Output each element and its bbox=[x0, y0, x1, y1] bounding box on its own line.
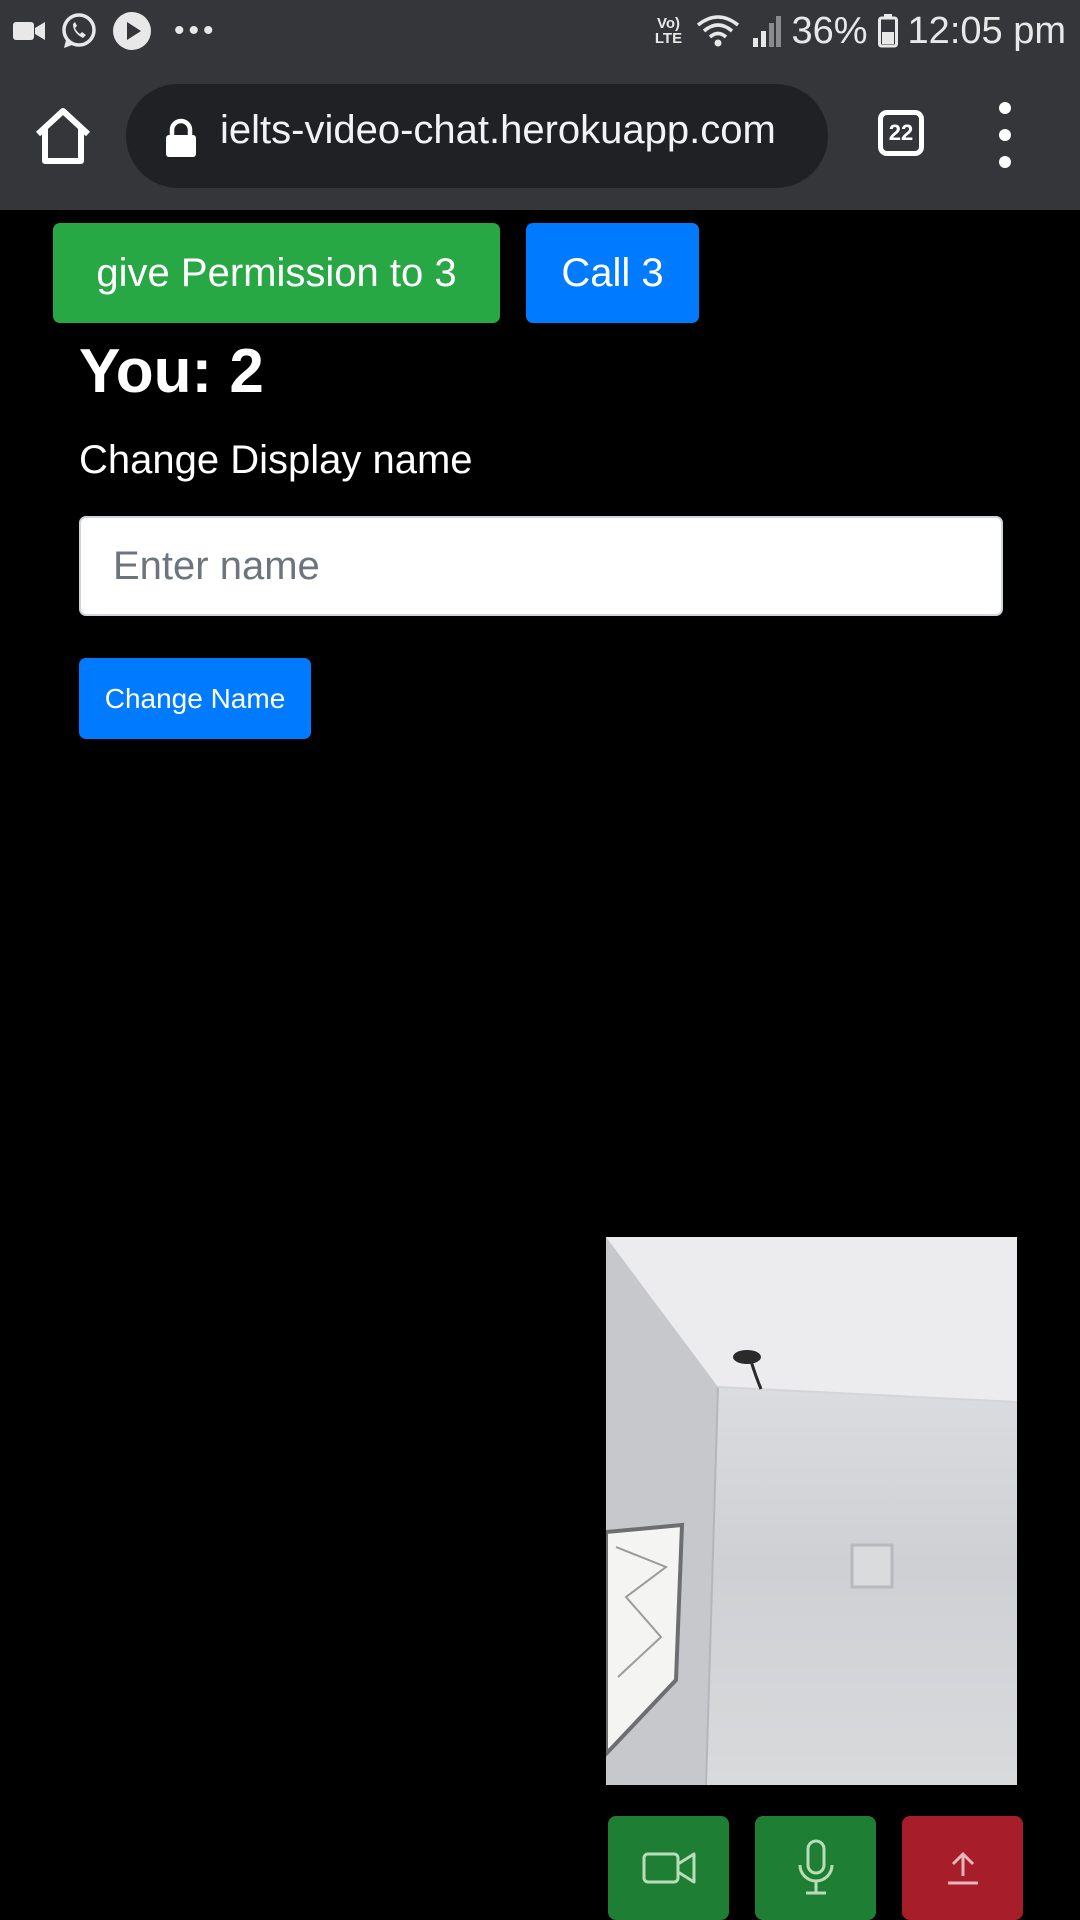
change-display-name-label: Change Display name bbox=[79, 438, 473, 482]
tab-switcher-button[interactable]: 22 bbox=[878, 110, 924, 156]
menu-dot bbox=[999, 102, 1011, 114]
notification-icons: ••• bbox=[12, 10, 218, 52]
name-input[interactable] bbox=[79, 516, 1003, 616]
battery-percent: 36% bbox=[791, 9, 868, 52]
toggle-mic-button[interactable] bbox=[755, 1816, 876, 1920]
browser-toolbar: ielts-video-chat.herokuapp.com 22 bbox=[0, 62, 1080, 210]
change-name-button[interactable]: Change Name bbox=[79, 658, 311, 739]
share-screen-button[interactable] bbox=[902, 1816, 1023, 1920]
status-bar: ••• Vo) LTE 36% 12:05 pm bbox=[0, 0, 1080, 62]
more-menu-button[interactable] bbox=[990, 102, 1020, 168]
volte-lte-icon: Vo) LTE bbox=[654, 15, 683, 47]
camera-feed-image bbox=[606, 1237, 1017, 1785]
more-notifications-icon: ••• bbox=[174, 14, 218, 47]
system-icons: Vo) LTE 36% 12:05 pm bbox=[651, 8, 1066, 54]
cell-signal-icon bbox=[753, 16, 782, 47]
home-icon bbox=[35, 108, 91, 164]
whatsapp-icon bbox=[62, 13, 96, 48]
url-text[interactable]: ielts-video-chat.herokuapp.com bbox=[220, 108, 776, 153]
call-button[interactable]: Call 3 bbox=[526, 223, 699, 323]
wifi-icon bbox=[697, 15, 740, 47]
menu-dot bbox=[999, 156, 1011, 168]
clock: 12:05 pm bbox=[907, 9, 1066, 52]
video-call-notification-icon bbox=[13, 22, 45, 40]
play-icon bbox=[113, 12, 151, 50]
local-video bbox=[606, 1237, 1017, 1785]
toggle-video-button[interactable] bbox=[608, 1816, 729, 1920]
user-id-heading: You: 2 bbox=[79, 337, 264, 406]
lock-icon bbox=[166, 118, 196, 157]
battery-icon bbox=[877, 14, 898, 48]
give-permission-button[interactable]: give Permission to 3 bbox=[53, 223, 500, 323]
address-bar[interactable]: ielts-video-chat.herokuapp.com bbox=[126, 84, 828, 188]
microphone-icon bbox=[798, 1839, 833, 1895]
home-button[interactable] bbox=[30, 106, 96, 166]
upload-arrow-icon bbox=[947, 1851, 978, 1885]
video-camera-icon bbox=[642, 1852, 695, 1884]
menu-dot bbox=[999, 129, 1011, 141]
